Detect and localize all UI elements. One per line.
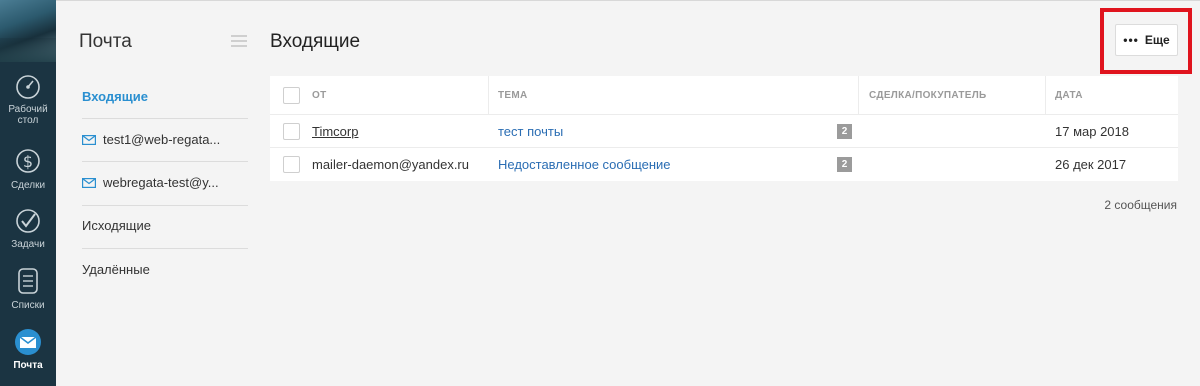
messages-table: ОТ ТЕМА СДЕЛКА/ПОКУПАТЕЛЬ ДАТА Timcorp т… xyxy=(270,76,1178,181)
column-header-deal[interactable]: СДЕЛКА/ПОКУПАТЕЛЬ xyxy=(859,76,1046,114)
more-button-label: Еще xyxy=(1144,33,1170,47)
table-header: ОТ ТЕМА СДЕЛКА/ПОКУПАТЕЛЬ ДАТА xyxy=(270,76,1178,115)
date-cell: 17 мар 2018 xyxy=(1055,123,1130,139)
rail-item-mail[interactable]: Почта xyxy=(0,328,56,371)
row-checkbox[interactable] xyxy=(283,156,300,173)
rail-item-deals[interactable]: $ Сделки xyxy=(0,146,56,191)
more-dots-icon: ••• xyxy=(1123,33,1139,47)
folder-inbox[interactable]: Входящие xyxy=(82,89,248,104)
rail-label-deals: Сделки xyxy=(10,180,46,191)
mail-icon xyxy=(15,329,41,355)
envelope-icon xyxy=(82,177,96,188)
user-avatar-photo[interactable] xyxy=(0,0,56,62)
dollar-icon: $ xyxy=(16,149,40,173)
folder-outbox[interactable]: Исходящие xyxy=(82,218,248,233)
divider xyxy=(82,161,248,162)
thread-count-badge: 2 xyxy=(837,124,852,139)
sender-link[interactable]: Timcorp xyxy=(312,124,358,139)
table-row[interactable]: Timcorp тест почты 2 17 мар 2018 xyxy=(270,115,1178,148)
select-all-checkbox[interactable] xyxy=(283,86,300,104)
checkmark-icon xyxy=(16,209,40,233)
folder-deleted[interactable]: Удалённые xyxy=(82,262,248,277)
top-border xyxy=(56,0,1200,1)
rail-item-dashboard[interactable]: Рабочий стол xyxy=(0,74,56,126)
sender-text[interactable]: mailer-daemon@yandex.ru xyxy=(312,157,469,172)
sidebar-title: Почта xyxy=(79,31,132,52)
folder-account-test1[interactable]: test1@web-regata... xyxy=(82,132,248,147)
list-icon xyxy=(18,268,38,294)
message-count: 2 сообщения xyxy=(1104,198,1177,212)
hamburger-menu-icon[interactable] xyxy=(231,35,247,47)
divider xyxy=(82,118,248,119)
thread-count-badge: 2 xyxy=(837,157,852,172)
folder-label: test1@web-regata... xyxy=(103,132,221,147)
column-header-subject[interactable]: ТЕМА xyxy=(489,76,859,114)
subject-link[interactable]: Недоставленное сообщение xyxy=(498,157,671,172)
rail-label-mail: Почта xyxy=(13,360,43,371)
envelope-icon xyxy=(82,134,96,145)
divider xyxy=(82,205,248,206)
row-checkbox[interactable] xyxy=(283,122,300,140)
more-button[interactable]: ••• Еще xyxy=(1115,24,1178,56)
dashboard-icon xyxy=(16,75,40,99)
app-rail: Рабочий стол $ Сделки Задачи Списки Почт xyxy=(0,0,56,386)
column-header-date[interactable]: ДАТА xyxy=(1046,76,1178,114)
subject-link[interactable]: тест почты xyxy=(498,124,563,139)
page-title: Входящие xyxy=(270,31,361,52)
rail-item-lists[interactable]: Списки xyxy=(0,266,56,311)
rail-item-tasks[interactable]: Задачи xyxy=(0,207,56,250)
date-cell: 26 дек 2017 xyxy=(1055,157,1127,172)
svg-text:$: $ xyxy=(23,152,33,171)
divider xyxy=(82,248,248,249)
rail-label-tasks: Задачи xyxy=(11,239,45,250)
folder-label: webregata-test@y... xyxy=(103,175,219,190)
column-header-from[interactable]: ОТ xyxy=(300,76,489,114)
rail-label-dashboard: Рабочий стол xyxy=(8,104,48,126)
rail-label-lists: Списки xyxy=(11,300,45,311)
folder-account-webregata[interactable]: webregata-test@y... xyxy=(82,175,248,190)
table-row[interactable]: mailer-daemon@yandex.ru Недоставленное с… xyxy=(270,148,1178,181)
